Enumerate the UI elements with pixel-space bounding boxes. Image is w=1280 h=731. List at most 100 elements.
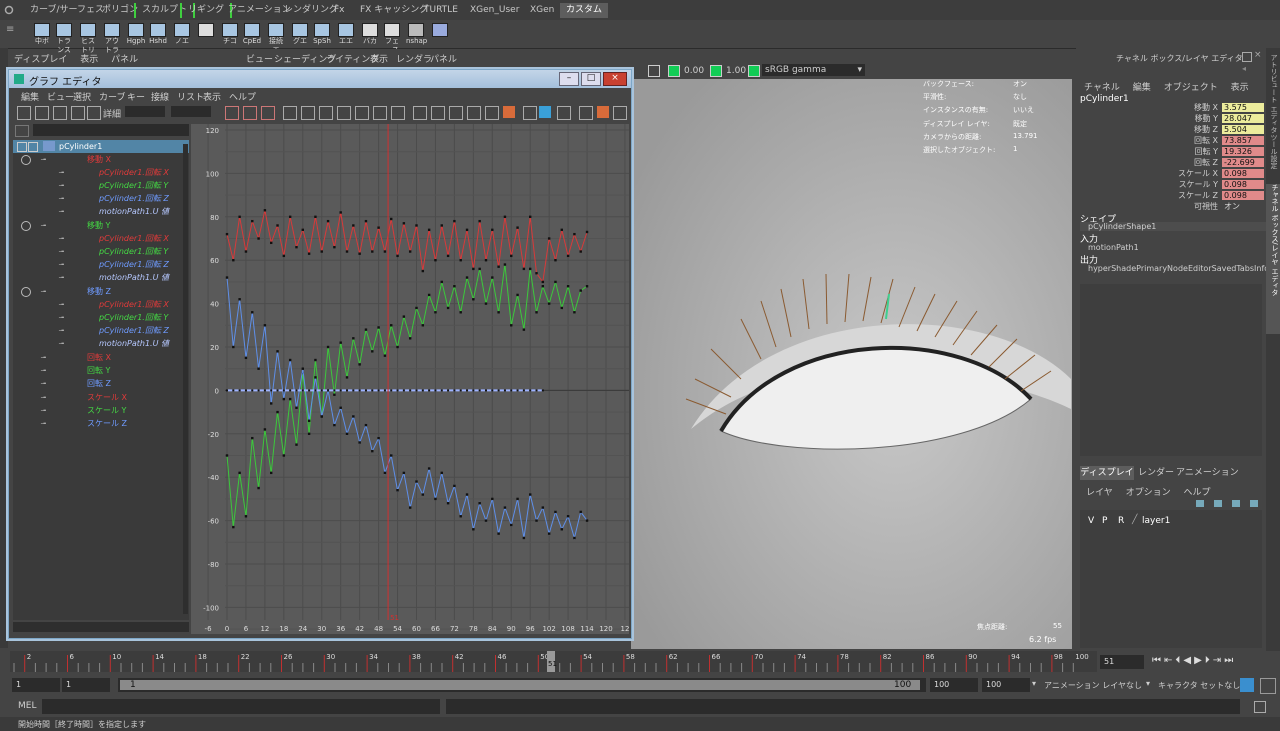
lattice-icon[interactable]	[53, 106, 67, 120]
panel-menu-panels[interactable]: パネル	[111, 55, 138, 65]
shelf-button-12[interactable]: グエ	[290, 23, 310, 46]
shelf-tab-xgen-user[interactable]: XGen_User	[464, 3, 525, 18]
go-to-start-icon[interactable]: ⏮	[1152, 655, 1164, 666]
channel-value[interactable]: 0.098	[1222, 191, 1264, 200]
retime-icon[interactable]	[87, 106, 101, 120]
new-layer-selected-icon[interactable]	[1214, 500, 1222, 507]
layer-menu-options[interactable]: オプション	[1126, 488, 1171, 498]
shelf-button-1[interactable]: 中ボ	[32, 23, 52, 46]
channel-row[interactable]: 回転 Z -22.699	[1076, 158, 1266, 168]
collapse-icon[interactable]	[21, 287, 31, 297]
ge-menu-view[interactable]: ビュー	[47, 90, 74, 103]
channel-row[interactable]: 移動 X 3.575	[1076, 103, 1266, 113]
layer-visibility-toggle[interactable]: V	[1088, 516, 1094, 526]
ge-menu-list[interactable]: リスト	[177, 90, 204, 103]
shelf-button-4[interactable]: アウトラ	[102, 23, 122, 55]
auto-key-icon[interactable]	[1240, 678, 1254, 692]
shape-name[interactable]: pCylinderShape1	[1080, 222, 1268, 231]
shelf-tab-custom[interactable]: カスタム	[560, 3, 609, 18]
flat-tangent-icon[interactable]	[337, 106, 351, 120]
channel-value[interactable]: オン	[1222, 202, 1264, 211]
minimize-icon[interactable]: –	[559, 72, 579, 86]
stats-field-2[interactable]	[171, 106, 211, 117]
cb-menu-edit[interactable]: 編集	[1133, 83, 1151, 93]
snapshot-icon[interactable]	[503, 106, 515, 118]
shelf-button-18[interactable]	[430, 23, 450, 37]
expand-icon[interactable]	[28, 142, 38, 152]
channel-value[interactable]: 0.098	[1222, 180, 1264, 189]
frame-selection-icon[interactable]	[243, 106, 257, 120]
plateau-tangent-icon[interactable]	[373, 106, 387, 120]
channel-value[interactable]: 0.098	[1222, 169, 1264, 178]
channel-value[interactable]: 28.047	[1222, 114, 1264, 123]
side-tab-channel-box[interactable]: チャネル ボックス/レイヤ エディタ	[1266, 184, 1280, 334]
side-tab-tool-settings[interactable]: ツール設定	[1267, 134, 1279, 169]
panel-menu-display[interactable]: ディスプレイ	[14, 55, 67, 65]
playback-start-field[interactable]: 1	[62, 678, 110, 692]
shelf-button-13[interactable]: SpSh	[312, 23, 332, 46]
insert-key-icon[interactable]	[35, 106, 49, 120]
close-icon[interactable]: ×	[603, 72, 627, 86]
close-icon[interactable]: ×	[1254, 50, 1262, 60]
shelf-button-8[interactable]	[196, 23, 216, 37]
denormalize-icon[interactable]	[597, 106, 609, 118]
shelf-button-7[interactable]: ノエ	[172, 23, 192, 46]
channel-value[interactable]: -22.699	[1222, 158, 1264, 167]
layer-tab-animation[interactable]: アニメーション	[1176, 466, 1239, 480]
layer-menu-help[interactable]: ヘルプ	[1184, 488, 1211, 498]
move-layer-up-icon[interactable]	[1232, 500, 1240, 507]
chevron-icon[interactable]: ◂	[1242, 64, 1246, 73]
normalize-icon[interactable]	[579, 106, 593, 120]
ge-menu-tangents[interactable]: 接線	[151, 90, 169, 103]
open-dope-sheet-icon[interactable]	[613, 106, 627, 120]
shelf-menu-icon[interactable]: ≡	[6, 24, 14, 35]
color-manage-icon[interactable]	[748, 65, 760, 77]
channel-value[interactable]: 73.857	[1222, 136, 1264, 145]
go-to-end-icon[interactable]: ⏭	[1224, 655, 1236, 666]
outliner-search-field[interactable]	[33, 124, 189, 136]
layer-name[interactable]: layer1	[1142, 516, 1170, 526]
channel-value[interactable]: 5.504	[1222, 125, 1264, 134]
channel-value[interactable]: 19.326	[1222, 147, 1264, 156]
layer-tab-display[interactable]: ディスプレイ	[1080, 466, 1134, 480]
time-snap-icon[interactable]	[539, 106, 551, 118]
outliner-filter-icon[interactable]	[15, 125, 29, 137]
new-layer-icon[interactable]	[1196, 500, 1204, 507]
input-name[interactable]: motionPath1	[1088, 243, 1139, 252]
channel-row[interactable]: スケール Z 0.098	[1076, 191, 1266, 201]
vp-menu-view[interactable]: ビュー	[246, 52, 273, 65]
exposure-icon[interactable]	[668, 65, 680, 77]
shelf-button-3[interactable]: ヒストリ	[78, 23, 98, 55]
shelf-button-6[interactable]: Hshd	[148, 23, 168, 46]
vp-menu-panels[interactable]: パネル	[430, 52, 457, 65]
camera-icon[interactable]	[648, 65, 660, 77]
shelf-tab-turtle[interactable]: TURTLE	[418, 3, 464, 18]
move-layer-down-icon[interactable]	[1250, 500, 1258, 507]
break-tangent-icon[interactable]	[413, 106, 427, 120]
shelf-tab-xgen[interactable]: XGen	[524, 3, 560, 18]
layer-menu-layers[interactable]: レイヤ	[1086, 488, 1113, 498]
ge-menu-select[interactable]: 選択	[73, 90, 91, 103]
cb-menu-channels[interactable]: チャネル	[1084, 83, 1120, 93]
vp-menu-renderer[interactable]: レンダラ	[396, 52, 432, 65]
cb-menu-show[interactable]: 表示	[1231, 83, 1249, 93]
unify-tangent-icon[interactable]	[431, 106, 445, 120]
shelf-button-14[interactable]: エエ	[336, 23, 356, 46]
maximize-icon[interactable]: □	[581, 72, 601, 86]
lock-weight-icon[interactable]	[467, 106, 481, 120]
chevron-down-icon[interactable]: ▾	[1032, 679, 1036, 688]
outliner-scrollbar[interactable]	[183, 144, 188, 614]
side-tab-attribute-editor[interactable]: アトリビュート エディタ	[1267, 54, 1279, 133]
channel-row[interactable]: スケール Y 0.098	[1076, 180, 1266, 190]
script-editor-icon[interactable]	[1254, 701, 1266, 713]
current-frame-field[interactable]: 51	[1100, 655, 1144, 669]
layer-playback-toggle[interactable]: P	[1102, 516, 1107, 526]
ge-menu-edit[interactable]: 編集	[21, 90, 39, 103]
channel-row[interactable]: スケール X 0.098	[1076, 169, 1266, 179]
gamma-icon[interactable]	[710, 65, 722, 77]
viewport[interactable]: バックフェース: オン 平滑性: なし インスタンスの有無: いいえ ディスプレ…	[631, 79, 1072, 649]
shelf-button-2[interactable]: トランス	[54, 23, 74, 55]
output-name[interactable]: hyperShadePrimaryNodeEditorSavedTabsInfo	[1088, 264, 1269, 273]
channel-row[interactable]: 回転 Y 19.326	[1076, 147, 1266, 157]
graph-view[interactable]: 120100806040200-20-40-60-80-100 -6 0 6 12 18…	[191, 124, 629, 634]
